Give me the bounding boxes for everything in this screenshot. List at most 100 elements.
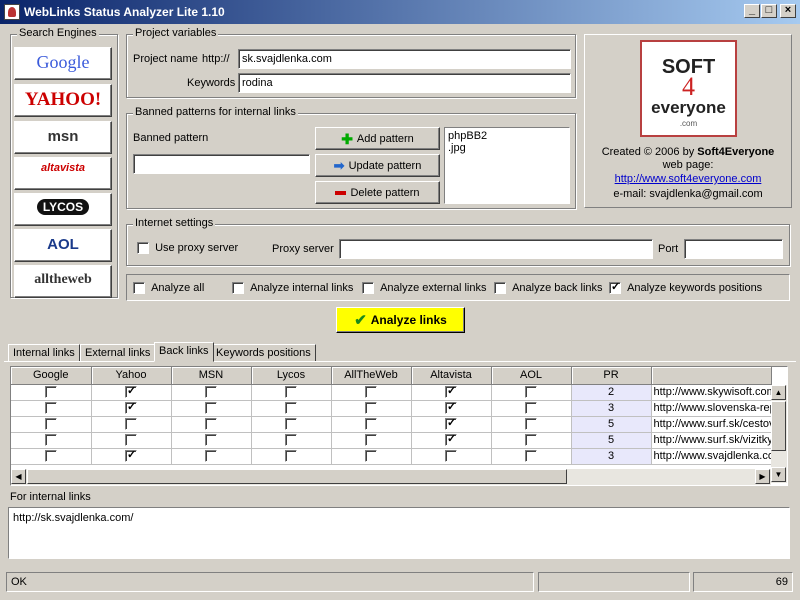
minimize-button[interactable]: _: [744, 4, 760, 18]
add-pattern-button[interactable]: ✚ Add pattern: [315, 127, 440, 150]
table-row[interactable]: 5http://www.surf.sk/cestovanie/: [11, 416, 772, 433]
engine-checkbox[interactable]: [205, 450, 217, 463]
table-row[interactable]: 5http://www.surf.sk/vizitky/: [11, 432, 772, 449]
scroll-right-button[interactable]: ▶: [755, 469, 770, 484]
engine-checkbox[interactable]: [285, 386, 297, 399]
engine-checkbox[interactable]: [44, 402, 57, 415]
column-header[interactable]: Yahoo: [91, 367, 172, 385]
vertical-scroll-thumb[interactable]: [771, 401, 786, 451]
list-item[interactable]: .jpg: [448, 142, 566, 154]
scroll-left-button[interactable]: ◀: [11, 469, 26, 484]
analyze-external-option[interactable]: Analyze external links: [362, 282, 486, 295]
column-header[interactable]: MSN: [171, 367, 252, 385]
proxy-server-input[interactable]: [339, 239, 653, 259]
banned-pattern-list[interactable]: phpBB2 .jpg: [444, 127, 570, 204]
engine-checkbox[interactable]: [365, 386, 377, 399]
delete-pattern-button[interactable]: Delete pattern: [315, 181, 440, 204]
keywords-input[interactable]: [238, 73, 571, 93]
table-row[interactable]: 3http://www.slovenska-republika.sk/: [11, 400, 772, 417]
analyze-keywords-checkbox[interactable]: [609, 280, 621, 295]
engine-checkbox[interactable]: [365, 434, 377, 447]
table-row[interactable]: 2http://www.skywisoft.com/: [11, 384, 772, 401]
tab-internal-links[interactable]: Internal links: [8, 344, 80, 362]
alltheweb-button[interactable]: alltheweb: [14, 265, 112, 298]
aol-button[interactable]: AOL: [14, 229, 112, 262]
engine-checkbox[interactable]: [365, 450, 377, 463]
engine-checkbox[interactable]: [205, 418, 217, 431]
engine-checkbox[interactable]: [285, 434, 297, 447]
engine-checkbox[interactable]: [525, 386, 537, 399]
tab-back-links[interactable]: Back links: [154, 342, 214, 362]
analyze-links-button[interactable]: ✔ Analyze links: [336, 307, 465, 333]
column-header[interactable]: PR: [571, 367, 652, 385]
column-header[interactable]: Altavista: [411, 367, 492, 385]
horizontal-scroll-thumb[interactable]: [27, 469, 567, 484]
analyze-all-checkbox[interactable]: [133, 282, 145, 295]
engine-checkbox[interactable]: [125, 418, 137, 431]
list-item[interactable]: phpBB2: [448, 130, 566, 142]
engine-checkbox[interactable]: [445, 400, 457, 415]
engine-checkbox[interactable]: [44, 418, 57, 431]
analyze-internal-option[interactable]: Analyze internal links: [232, 282, 353, 295]
tab-external-links[interactable]: External links: [80, 344, 156, 362]
use-proxy-checkbox[interactable]: [137, 242, 149, 255]
engine-checkbox[interactable]: [125, 400, 137, 415]
engine-checkbox[interactable]: [445, 450, 457, 463]
yahoo-logo-text: YAHOO!: [24, 89, 102, 110]
project-name-input[interactable]: [238, 49, 571, 69]
engine-checkbox[interactable]: [205, 386, 217, 399]
google-button[interactable]: Google: [14, 47, 112, 80]
engine-checkbox[interactable]: [44, 434, 57, 447]
port-input[interactable]: [684, 239, 783, 259]
internal-links-textarea[interactable]: http://sk.svajdlenka.com/: [8, 507, 790, 559]
back-links-table[interactable]: Google Yahoo MSN Lycos AllTheWeb Altavista AOL…: [10, 366, 788, 486]
analyze-external-checkbox[interactable]: [362, 282, 374, 295]
close-button[interactable]: ×: [780, 4, 796, 18]
engine-checkbox[interactable]: [445, 384, 457, 399]
engine-checkbox[interactable]: [525, 434, 537, 447]
webpage-link[interactable]: http://www.soft4everyone.com: [584, 173, 792, 185]
scroll-up-button[interactable]: ▲: [771, 385, 786, 400]
msn-button[interactable]: msn: [14, 121, 112, 154]
engine-checkbox[interactable]: [44, 386, 57, 399]
engine-checkbox[interactable]: [525, 450, 537, 463]
engine-checkbox[interactable]: [365, 418, 377, 431]
engine-checkbox[interactable]: [125, 434, 137, 447]
banned-pattern-input[interactable]: [133, 154, 310, 174]
column-header[interactable]: Google: [11, 367, 92, 385]
engine-checkbox[interactable]: [445, 432, 457, 447]
engine-checkbox[interactable]: [205, 434, 217, 447]
engine-checkbox[interactable]: [125, 384, 137, 399]
horizontal-scrollbar[interactable]: ◀ ▶: [11, 469, 771, 485]
engine-checkbox[interactable]: [205, 402, 217, 415]
engine-checkbox[interactable]: [365, 402, 377, 415]
table-row[interactable]: 3http://www.svajdlenka.com/: [11, 448, 772, 465]
scroll-down-button[interactable]: ▼: [771, 467, 786, 482]
engine-checkbox[interactable]: [525, 402, 537, 415]
column-header[interactable]: AllTheWeb: [331, 367, 412, 385]
tab-keywords-positions[interactable]: Keywords positions: [211, 344, 316, 362]
analyze-all-option[interactable]: Analyze all: [133, 282, 204, 295]
vertical-scrollbar[interactable]: ▲ ▼: [771, 385, 787, 483]
lycos-button[interactable]: LYCOS: [14, 193, 112, 226]
engine-checkbox[interactable]: [525, 418, 537, 431]
column-header[interactable]: [651, 367, 772, 385]
engine-checkbox[interactable]: [44, 450, 57, 463]
altavista-button[interactable]: altavista: [14, 157, 112, 190]
analyze-internal-checkbox[interactable]: [232, 282, 244, 295]
yahoo-button[interactable]: YAHOO!: [14, 84, 112, 117]
maximize-button[interactable]: □: [761, 4, 777, 18]
engine-checkbox[interactable]: [285, 402, 297, 415]
engine-checkbox[interactable]: [445, 416, 457, 431]
analyze-back-checkbox[interactable]: [494, 282, 506, 295]
engine-checkbox[interactable]: [285, 450, 297, 463]
analyze-keywords-option[interactable]: Analyze keywords positions: [609, 280, 762, 295]
engine-checkbox[interactable]: [125, 448, 137, 463]
engine-checkbox[interactable]: [285, 418, 297, 431]
column-header[interactable]: AOL: [491, 367, 572, 385]
update-pattern-button[interactable]: ➡ Update pattern: [315, 154, 440, 177]
lycos-logo-text: LYCOS: [36, 199, 90, 215]
use-proxy-option[interactable]: Use proxy server: [137, 242, 238, 255]
column-header[interactable]: Lycos: [251, 367, 332, 385]
analyze-back-option[interactable]: Analyze back links: [494, 282, 603, 295]
